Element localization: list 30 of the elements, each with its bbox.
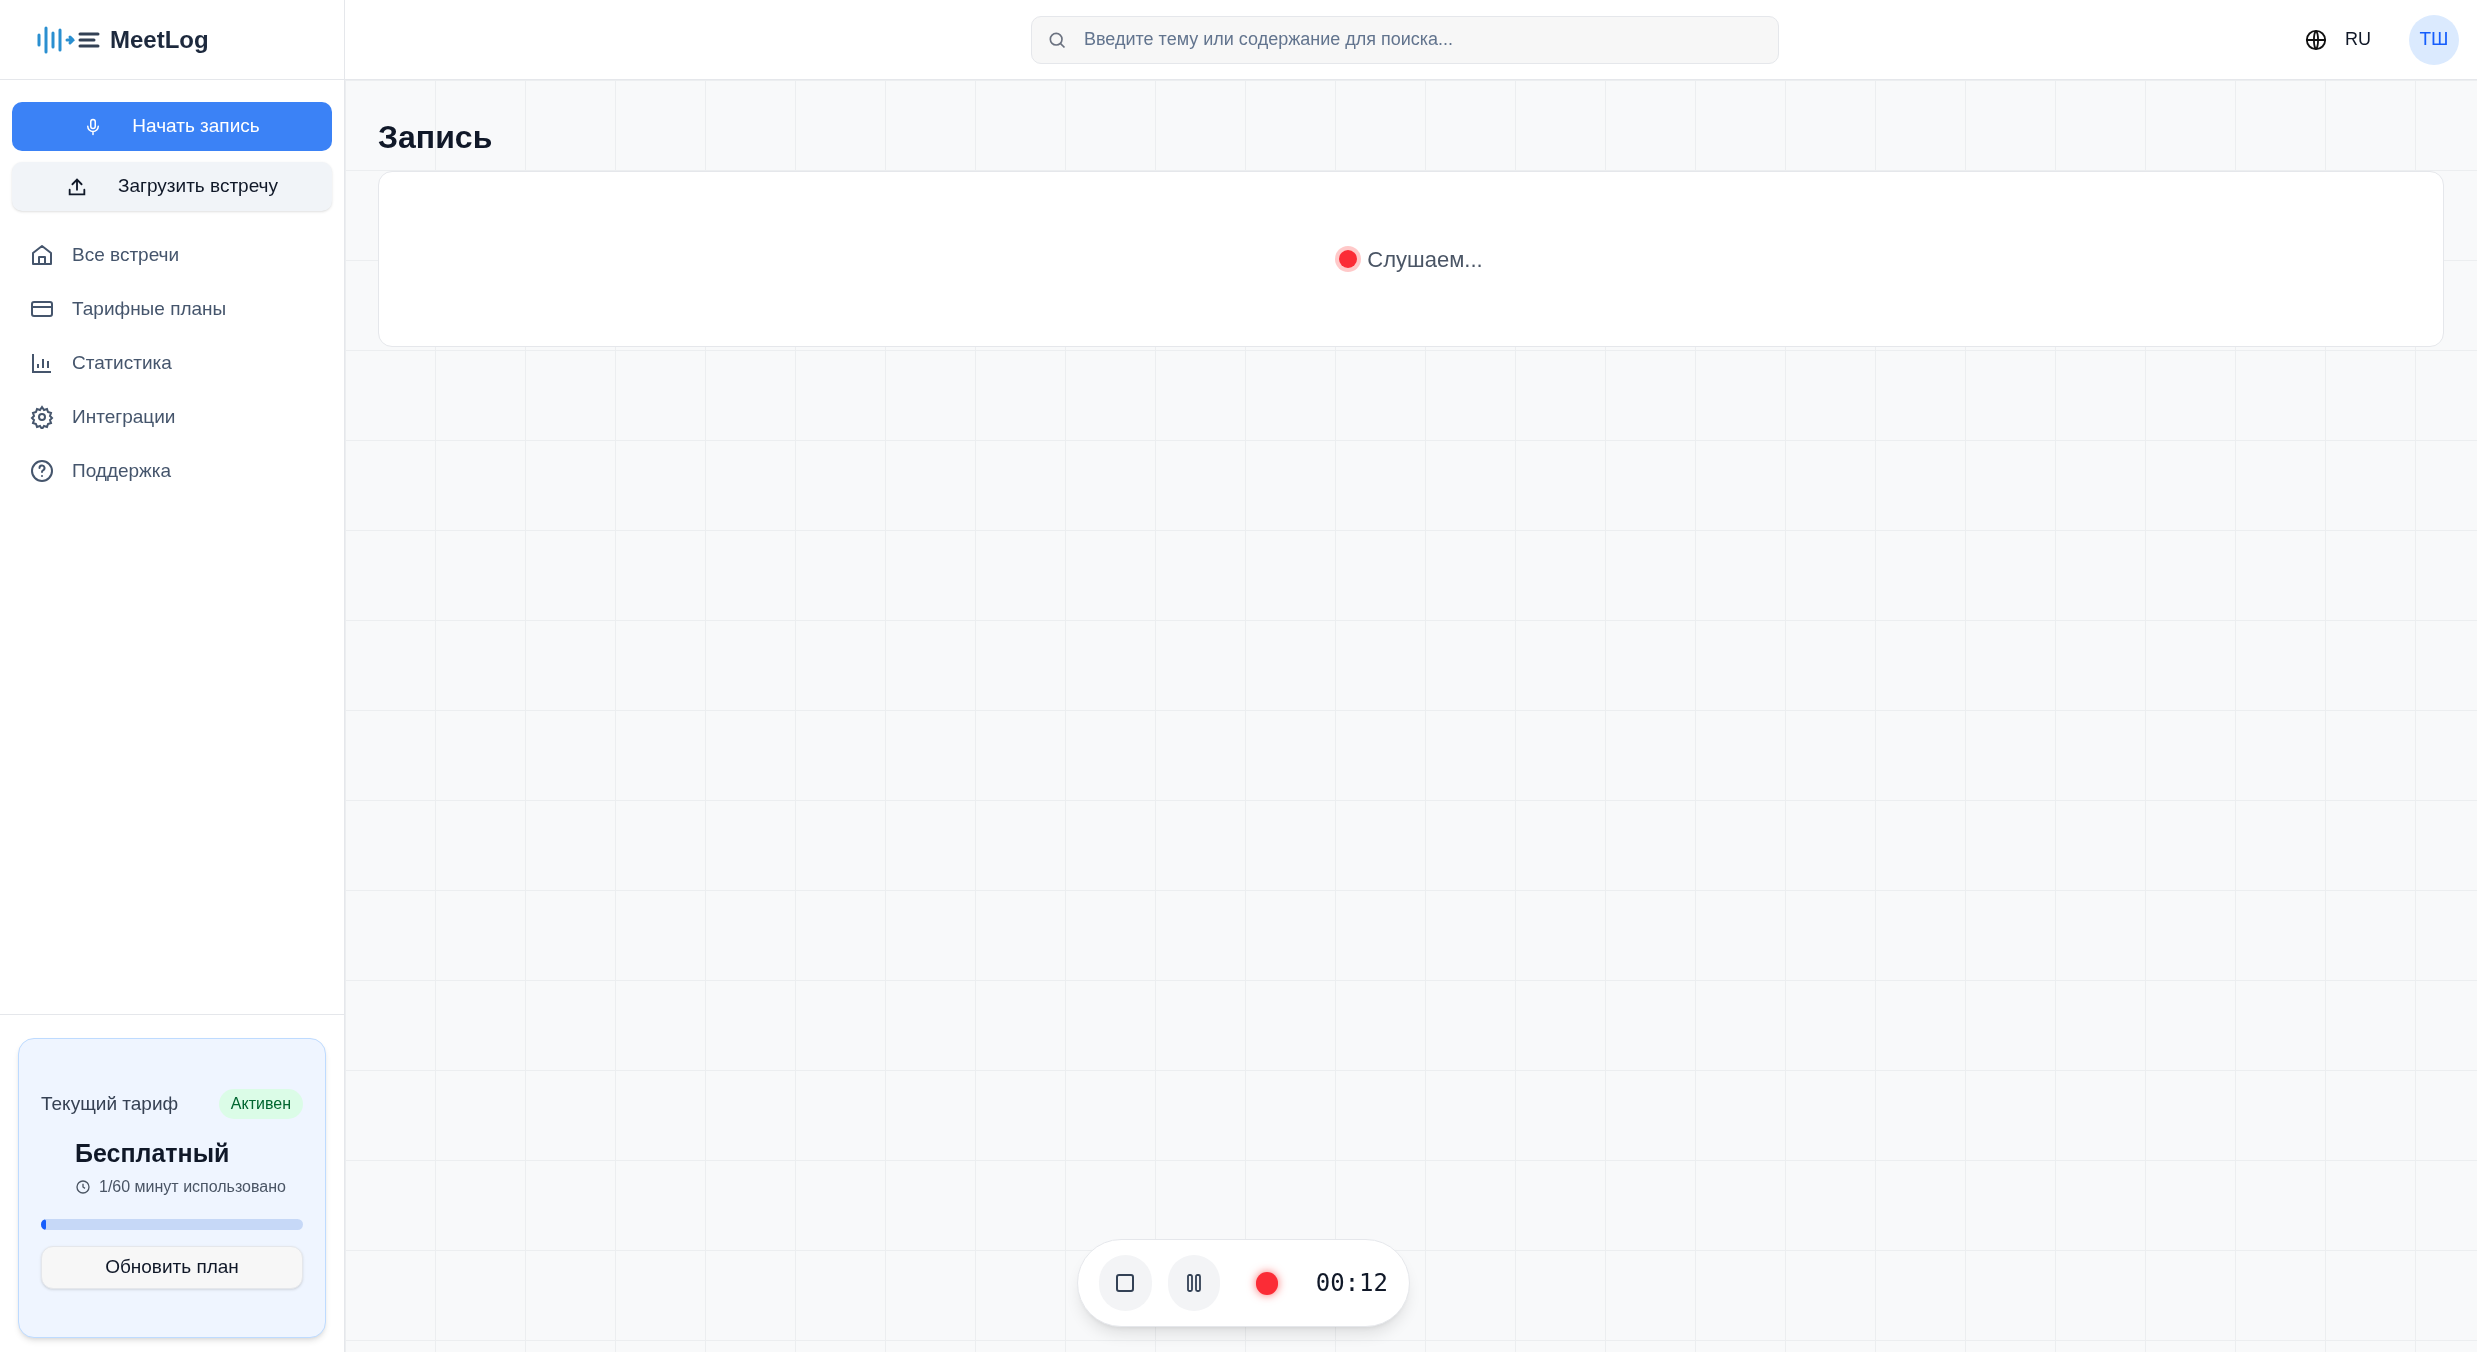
clock-icon (75, 1178, 91, 1195)
bar-chart-icon (30, 351, 54, 375)
home-icon (30, 243, 54, 267)
logo-icon (36, 24, 102, 55)
stop-icon (1115, 1273, 1136, 1293)
status-badge: Активен (218, 1089, 303, 1119)
search-field[interactable]: Введите тему или содержание для поиска... (1031, 15, 1779, 64)
plan-label: Текущий тариф (41, 1091, 179, 1116)
settings-icon (30, 405, 54, 429)
nav-item[interactable]: Все встречи (12, 231, 332, 279)
plan-name: Бесплатный (75, 1138, 231, 1169)
nav-item[interactable]: Тарифные планы (12, 285, 332, 333)
recording-timer: 00:12 (1315, 1268, 1388, 1299)
pause-icon (1186, 1274, 1201, 1292)
globe-icon[interactable] (2305, 28, 2327, 51)
upgrade-plan-button[interactable]: Обновить план (41, 1245, 303, 1289)
page-title: Запись (378, 118, 494, 157)
usage-text: 1/60 минут использовано (99, 1176, 286, 1197)
start-recording-button[interactable]: Начать запись (12, 102, 332, 151)
user-avatar[interactable]: ТШ (2409, 14, 2459, 65)
recording-indicator (1256, 1271, 1278, 1295)
nav-item[interactable]: Статистика (12, 339, 332, 387)
status-text: Слушаем... (1367, 245, 1483, 274)
upload-meeting-button[interactable]: Загрузить встречу (12, 162, 332, 211)
nav-item[interactable]: Поддержка (12, 447, 332, 495)
language-selector[interactable]: RU (2345, 26, 2371, 53)
nav-item[interactable]: Интеграции (12, 393, 332, 441)
help-icon (30, 459, 54, 483)
app-name: MeetLog (110, 24, 209, 55)
stop-button[interactable] (1099, 1255, 1152, 1311)
